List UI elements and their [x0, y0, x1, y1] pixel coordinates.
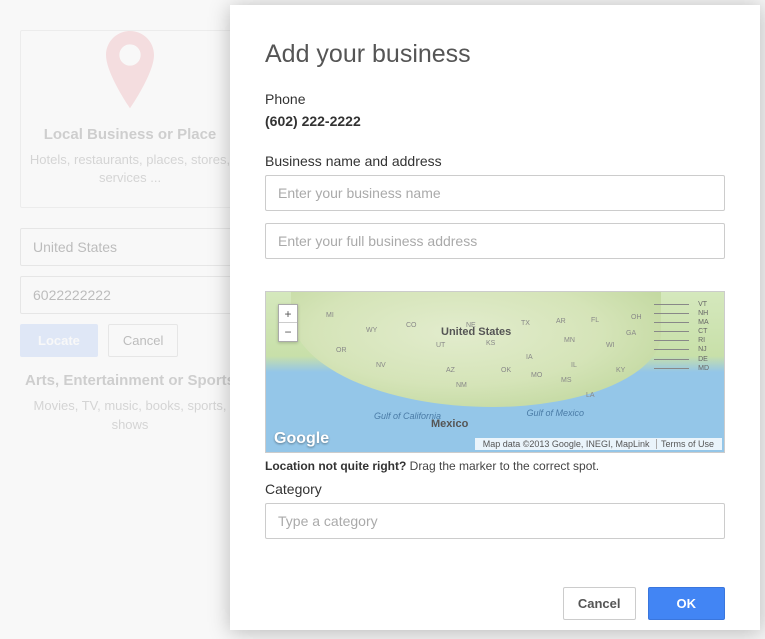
- background-panel: Local Business or Place Hotels, restaura…: [0, 0, 260, 639]
- locate-button[interactable]: Locate: [20, 324, 98, 357]
- map-attribution: Map data ©2013 Google, INEGI, MapLink Te…: [475, 438, 722, 450]
- bg-cancel-button[interactable]: Cancel: [108, 324, 178, 357]
- name-address-label: Business name and address: [265, 153, 725, 169]
- category-input[interactable]: [265, 503, 725, 539]
- map-zoom-control: + −: [278, 304, 298, 342]
- zoom-in-button[interactable]: +: [279, 305, 297, 323]
- business-name-input[interactable]: [265, 175, 725, 211]
- map-label-gulf-ca: Gulf of California: [374, 412, 441, 422]
- ok-button[interactable]: OK: [648, 587, 726, 620]
- country-input[interactable]: [20, 228, 240, 266]
- modal-footer: Cancel OK: [265, 587, 725, 620]
- map-hint-bold: Location not quite right?: [265, 459, 406, 473]
- bg-section2-sub: Movies, TV, music, books, sports, shows: [20, 397, 240, 433]
- map-east-state-labels: VTNHMACTRINJDEMD: [698, 300, 709, 373]
- map-terms-link[interactable]: Terms of Use: [656, 439, 718, 449]
- category-label: Category: [265, 481, 725, 497]
- zoom-out-button[interactable]: −: [279, 323, 297, 341]
- bg-section-arts: Arts, Entertainment or Sports Movies, TV…: [20, 372, 240, 433]
- map-hint-rest: Drag the marker to the correct spot.: [406, 459, 599, 473]
- business-address-input[interactable]: [265, 223, 725, 259]
- phone-label: Phone: [265, 91, 725, 107]
- bg-card: Local Business or Place Hotels, restaura…: [20, 30, 240, 208]
- modal-title: Add your business: [265, 40, 725, 69]
- bg-card-title: Local Business or Place: [21, 126, 239, 143]
- map-pin-icon: [100, 31, 160, 111]
- phone-input[interactable]: [20, 276, 240, 314]
- map-attr-text: Map data ©2013 Google, INEGI, MapLink: [479, 439, 654, 449]
- google-logo: Google: [274, 430, 329, 448]
- phone-value: (602) 222-2222: [265, 113, 725, 129]
- bg-section2-title: Arts, Entertainment or Sports: [20, 372, 240, 389]
- add-business-modal: Add your business Phone (602) 222-2222 B…: [230, 5, 760, 630]
- map[interactable]: United States Mexico Gulf of California …: [265, 291, 725, 453]
- bg-card-subtitle: Hotels, restaurants, places, stores, ser…: [21, 151, 239, 187]
- map-land: [291, 292, 661, 407]
- cancel-button[interactable]: Cancel: [563, 587, 636, 620]
- map-label-gulf-mx: Gulf of Mexico: [526, 409, 584, 419]
- map-hint: Location not quite right? Drag the marke…: [265, 459, 725, 473]
- map-label-us: United States: [441, 326, 511, 338]
